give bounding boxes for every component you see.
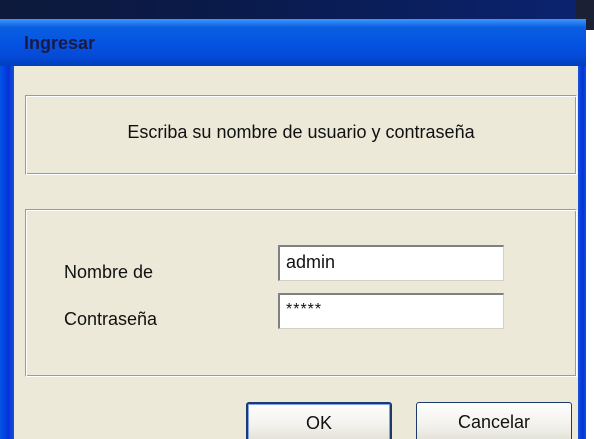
dialog-titlebar[interactable]: Ingresar	[0, 19, 586, 66]
username-input[interactable]: admin	[278, 245, 504, 281]
cancel-button[interactable]: Cancelar	[416, 402, 572, 439]
password-label: Contraseña	[64, 309, 158, 329]
username-label: Nombre de	[64, 262, 154, 282]
dialog-left-border	[0, 66, 14, 439]
instruction-panel: Escriba su nombre de usuario y contraseñ…	[25, 95, 577, 175]
screen: Ingresar Escriba su nombre de usuario y …	[0, 0, 594, 439]
parent-window-edge	[0, 0, 580, 19]
dialog-title: Ingresar	[24, 33, 96, 53]
login-dialog: Ingresar Escriba su nombre de usuario y …	[0, 19, 586, 439]
password-input[interactable]: *****	[278, 293, 504, 329]
instruction-text: Escriba su nombre de usuario y contraseñ…	[127, 122, 475, 142]
dialog-right-border	[578, 66, 586, 439]
credentials-panel: Nombre de admin Contraseña *****	[25, 209, 577, 377]
ok-button[interactable]: OK	[246, 402, 392, 439]
